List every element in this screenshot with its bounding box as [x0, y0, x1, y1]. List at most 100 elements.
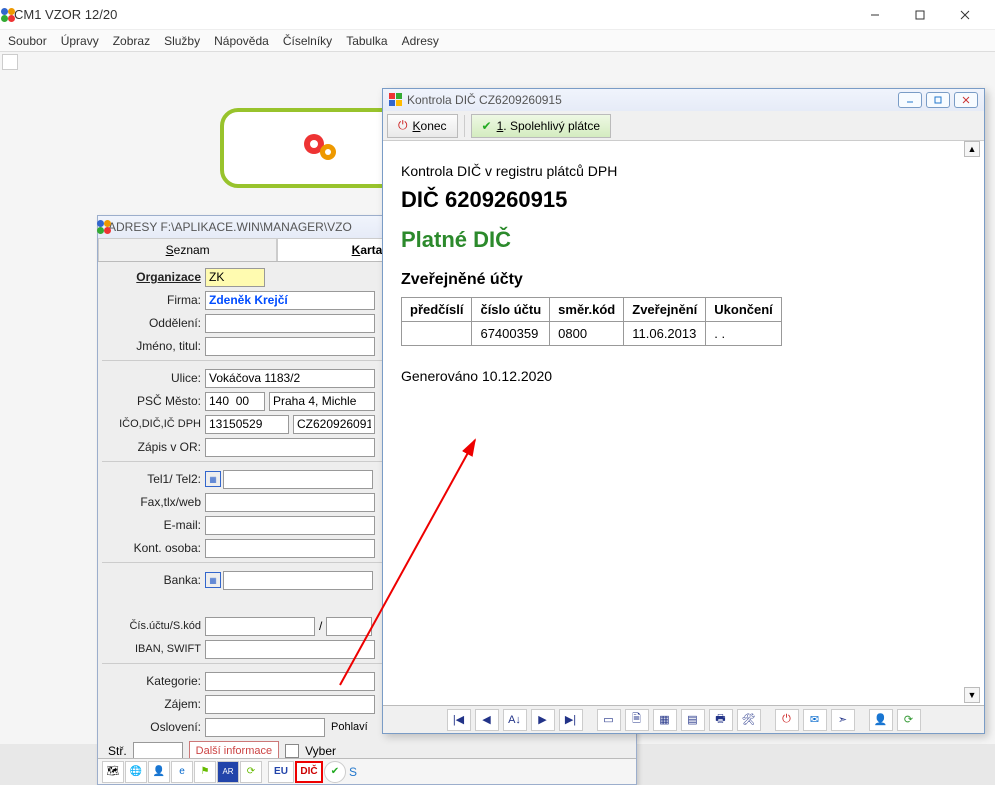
- qr-icon[interactable]: ▦: [205, 572, 221, 588]
- kategorie-field[interactable]: [205, 672, 375, 691]
- fax-field[interactable]: [205, 493, 375, 512]
- dic-nav-toolbar: |◀ ◀ A↓ ▶ ▶| ▭ 🗎 ▦ ▤ 🖶 🛠 ⏻ ✉ ➣ 👤 ⟳: [383, 705, 984, 733]
- tel-field[interactable]: [223, 470, 373, 489]
- dic-close-button[interactable]: [954, 92, 978, 108]
- iban-field[interactable]: [205, 640, 375, 659]
- ico-field[interactable]: [205, 415, 289, 434]
- cisuctu-field[interactable]: [205, 617, 315, 636]
- menu-upravy[interactable]: Úpravy: [61, 34, 99, 48]
- dic-button[interactable]: DIČ: [295, 761, 323, 783]
- lbl-vyber: Vyber: [305, 744, 336, 758]
- dic-platne-status: Platné DIČ: [401, 227, 966, 253]
- lbl-zajem: Zájem:: [102, 697, 205, 711]
- nav-doc-icon[interactable]: ▭: [597, 709, 621, 731]
- dic-field[interactable]: [293, 415, 375, 434]
- eu-button[interactable]: EU: [268, 761, 294, 783]
- psc-field[interactable]: [205, 392, 265, 411]
- scroll-up-button[interactable]: ▲: [964, 141, 980, 157]
- menu-soubor[interactable]: Soubor: [8, 34, 47, 48]
- menu-napoveda[interactable]: Nápověda: [214, 34, 269, 48]
- ulice-field[interactable]: [205, 369, 375, 388]
- th-smerkod: směr.kód: [550, 298, 624, 322]
- nav-user-icon[interactable]: 👤: [869, 709, 893, 731]
- lbl-email: E-mail:: [102, 518, 205, 532]
- th-predcisli: předčíslí: [402, 298, 472, 322]
- dic-maximize-button[interactable]: [926, 92, 950, 108]
- osoba-field[interactable]: [205, 539, 375, 558]
- menu-adresy[interactable]: Adresy: [402, 34, 439, 48]
- minimize-button[interactable]: [852, 1, 897, 29]
- accounts-table: předčíslí číslo účtu směr.kód Zveřejnění…: [401, 297, 782, 346]
- person-icon[interactable]: 👤: [148, 761, 170, 783]
- dic-heading: DIČ 6209260915: [401, 187, 966, 213]
- dic-window: Kontrola DIČ CZ6209260915 ⏻ Konec ✔ 1. S…: [382, 88, 985, 734]
- nav-tool-icon[interactable]: 🛠: [737, 709, 761, 731]
- menu-tabulka[interactable]: Tabulka: [346, 34, 387, 48]
- menu-sluzby[interactable]: Služby: [164, 34, 200, 48]
- map-cz-icon[interactable]: 🗺: [102, 761, 124, 783]
- lbl-ulice: Ulice:: [102, 371, 205, 385]
- menu-ciselniky[interactable]: Číselníky: [283, 34, 332, 48]
- nav-last-icon[interactable]: ▶|: [559, 709, 583, 731]
- adresy-title: ADRESY F:\APLIKACE.WIN\MANAGER\VZO: [108, 220, 352, 234]
- flag-icon[interactable]: ⚑: [194, 761, 216, 783]
- nav-sort-icon[interactable]: A↓: [503, 709, 527, 731]
- nav-table-icon[interactable]: ▤: [681, 709, 705, 731]
- table-row: 67400359 0800 11.06.2013 . .: [402, 322, 782, 346]
- nav-send-icon[interactable]: ➣: [831, 709, 855, 731]
- qr-icon[interactable]: ▦: [205, 471, 221, 487]
- s-indicator: S: [349, 765, 357, 779]
- osloveni-field[interactable]: [205, 718, 325, 737]
- main-menubar[interactable]: Soubor Úpravy Zobraz Služby Nápověda Čís…: [0, 30, 995, 52]
- refresh-icon[interactable]: ⟳: [240, 761, 262, 783]
- dic-minimize-button[interactable]: [898, 92, 922, 108]
- lbl-cis: Čís.účtu/S.kód: [102, 620, 205, 632]
- lbl-osoba: Kont. osoba:: [102, 541, 205, 555]
- lbl-fax: Fax,tlx/web: [102, 495, 205, 509]
- mesto-field[interactable]: [269, 392, 375, 411]
- nav-print-preview-icon[interactable]: 🗎: [625, 709, 649, 731]
- lbl-jmeno: Jméno, titul:: [102, 339, 205, 353]
- skod-field[interactable]: [326, 617, 372, 636]
- close-button[interactable]: [942, 1, 987, 29]
- tab-seznam[interactable]: Seznam: [98, 238, 277, 261]
- organizace-field[interactable]: [205, 268, 265, 287]
- vyber-checkbox[interactable]: [285, 744, 299, 758]
- nav-mail-icon[interactable]: ✉: [803, 709, 827, 731]
- lbl-oddeleni: Oddělení:: [102, 316, 205, 330]
- jmeno-field[interactable]: [205, 337, 375, 356]
- scroll-down-button[interactable]: ▼: [964, 687, 980, 703]
- nav-next-icon[interactable]: ▶: [531, 709, 555, 731]
- nav-grid-icon[interactable]: ▦: [653, 709, 677, 731]
- lbl-firma: Firma:: [102, 293, 205, 307]
- lbl-iban: IBAN, SWIFT: [102, 643, 205, 655]
- lbl-zapis: Zápis v OR:: [102, 440, 205, 454]
- lbl-banka: Banka:: [102, 573, 205, 587]
- power-icon: ⏻: [398, 118, 408, 133]
- lbl-tel: Tel1/ Tel2:: [102, 472, 205, 486]
- zajem-field[interactable]: [205, 695, 375, 714]
- dic-intro-text: Kontrola DIČ v registru plátců DPH: [401, 163, 966, 179]
- map-world-icon[interactable]: 🌐: [125, 761, 147, 783]
- lbl-pohlavi: Pohlaví: [331, 721, 368, 733]
- ares-icon[interactable]: AR: [217, 761, 239, 783]
- menu-zobraz[interactable]: Zobraz: [113, 34, 150, 48]
- banka-field[interactable]: [223, 571, 373, 590]
- firma-field[interactable]: [205, 291, 375, 310]
- th-cislo: číslo účtu: [472, 298, 550, 322]
- maximize-button[interactable]: [897, 1, 942, 29]
- nav-first-icon[interactable]: |◀: [447, 709, 471, 731]
- email-field[interactable]: [205, 516, 375, 535]
- nav-refresh-icon[interactable]: ⟳: [897, 709, 921, 731]
- oddeleni-field[interactable]: [205, 314, 375, 333]
- zapis-field[interactable]: [205, 438, 375, 457]
- nav-power-icon[interactable]: ⏻: [775, 709, 799, 731]
- spolehlivy-platce-button[interactable]: ✔ 1. Spolehlivý plátce: [471, 114, 611, 138]
- nav-print-icon[interactable]: 🖶: [709, 709, 733, 731]
- check-ok-icon[interactable]: ✔: [324, 761, 346, 783]
- dic-window-title: Kontrola DIČ CZ6209260915: [407, 93, 898, 107]
- konec-button[interactable]: ⏻ Konec: [387, 114, 458, 138]
- lbl-str: Stř.: [108, 744, 127, 758]
- ie-icon[interactable]: e: [171, 761, 193, 783]
- nav-prev-icon[interactable]: ◀: [475, 709, 499, 731]
